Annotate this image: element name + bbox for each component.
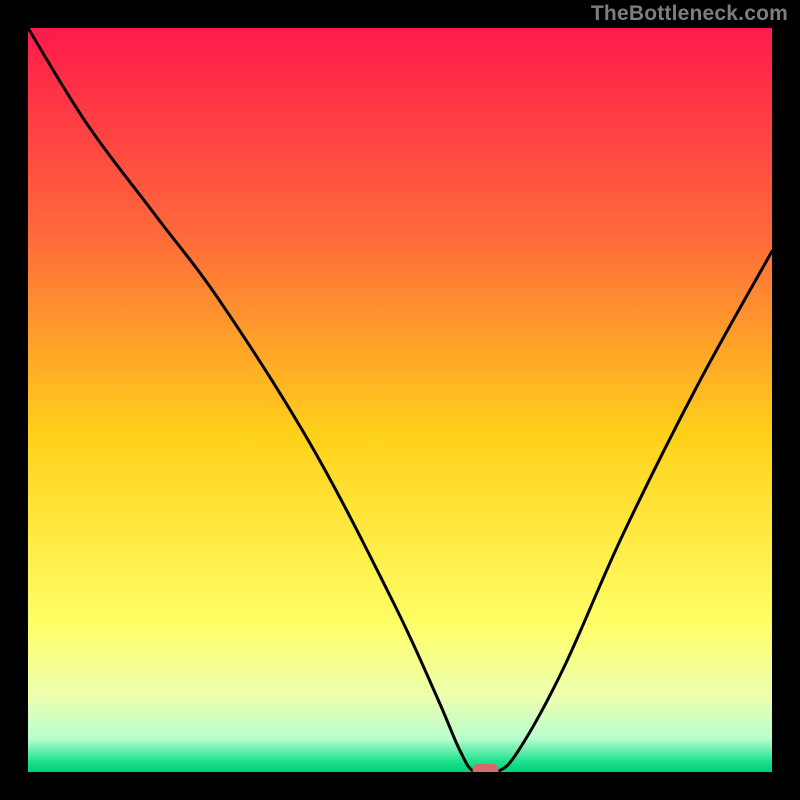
watermark-text: TheBottleneck.com [591,2,788,26]
chart-frame: TheBottleneck.com [0,0,800,800]
gradient-background [28,28,772,772]
chart-svg [28,28,772,772]
optimal-marker [473,764,499,772]
plot-area [28,28,772,772]
